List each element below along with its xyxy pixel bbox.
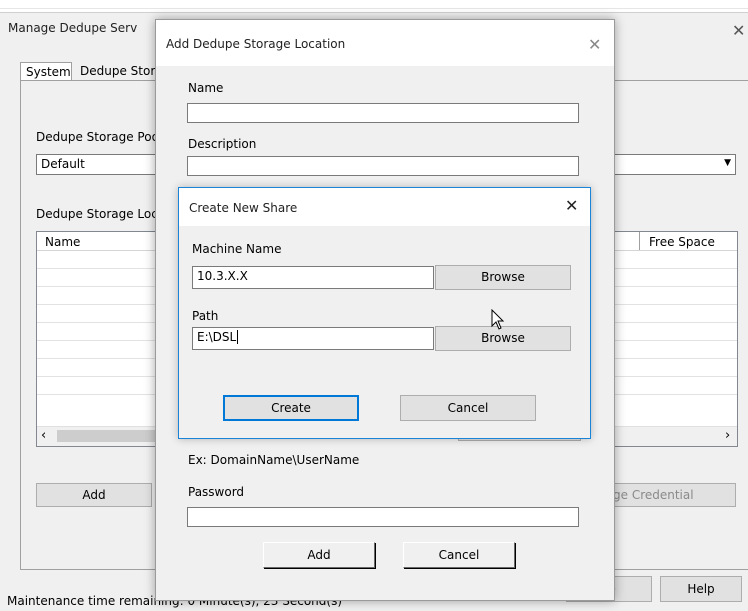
cancel-button-label: Cancel — [438, 548, 480, 562]
pool-label: Dedupe Storage Poo — [36, 130, 159, 144]
window-title: Manage Dedupe Serv — [8, 21, 138, 35]
add-button[interactable]: Add — [263, 542, 375, 568]
add-location-title: Add Dedupe Storage Location — [166, 37, 346, 51]
add-location-button[interactable]: Add — [36, 483, 152, 507]
browse-path-button-label: Browse — [481, 331, 525, 345]
path-input[interactable]: E:\DSL — [192, 327, 434, 350]
add-button-label: Add — [307, 548, 331, 562]
scrollbar-thumb[interactable] — [57, 430, 157, 442]
column-header-name[interactable]: Name — [45, 235, 80, 249]
username-hint: Ex: DomainName\UserName — [188, 453, 360, 467]
create-button[interactable]: Create — [223, 395, 359, 421]
locations-label: Dedupe Storage Loc — [36, 207, 158, 221]
browse-machine-button[interactable]: Browse — [435, 265, 571, 290]
name-label: Name — [188, 81, 224, 95]
window-close-icon[interactable]: ✕ — [732, 23, 745, 39]
name-input[interactable] — [187, 103, 579, 123]
tab-dedupe-storage-label: Dedupe Stor — [80, 64, 156, 78]
path-label: Path — [192, 309, 219, 323]
background-top-strip — [0, 0, 748, 9]
column-header-free-space[interactable]: Free Space — [649, 235, 715, 249]
tab-dedupe-storage[interactable]: Dedupe Stor — [74, 62, 156, 80]
change-credential-button[interactable]: ge Credential — [604, 483, 736, 507]
tab-system-label: System — [26, 65, 71, 79]
help-button-label: Help — [687, 582, 715, 596]
create-share-title: Create New Share — [189, 201, 298, 215]
pool-select-value: Default — [41, 157, 85, 171]
mouse-pointer-icon — [491, 309, 505, 330]
add-location-close-icon[interactable]: ✕ — [588, 37, 601, 53]
path-input-value: E:\DSL — [197, 330, 237, 344]
add-location-button-label: Add — [82, 488, 106, 502]
share-cancel-button-label: Cancel — [447, 401, 489, 415]
create-share-dialog: Create New Share ✕ Machine Name 10.3.X.X… — [178, 187, 591, 439]
description-input[interactable] — [187, 156, 579, 176]
scroll-left-icon[interactable]: ‹ — [41, 428, 46, 443]
help-button[interactable]: Help — [660, 576, 742, 602]
scroll-right-icon[interactable]: › — [725, 428, 730, 443]
machine-name-label: Machine Name — [192, 242, 282, 256]
tab-system[interactable]: System — [20, 62, 72, 81]
change-credential-button-label: ge Credential — [613, 488, 694, 502]
chevron-down-icon: ▼ — [724, 158, 731, 168]
text-cursor — [237, 330, 239, 344]
password-label: Password — [188, 485, 245, 499]
machine-name-input[interactable]: 10.3.X.X — [192, 266, 434, 289]
create-share-close-icon[interactable]: ✕ — [565, 198, 578, 214]
browse-machine-button-label: Browse — [481, 270, 525, 284]
cancel-button[interactable]: Cancel — [403, 542, 515, 568]
share-cancel-button[interactable]: Cancel — [400, 395, 536, 421]
create-button-label: Create — [271, 401, 311, 415]
password-input[interactable] — [187, 507, 579, 527]
description-label: Description — [188, 137, 257, 151]
column-divider — [639, 232, 640, 250]
